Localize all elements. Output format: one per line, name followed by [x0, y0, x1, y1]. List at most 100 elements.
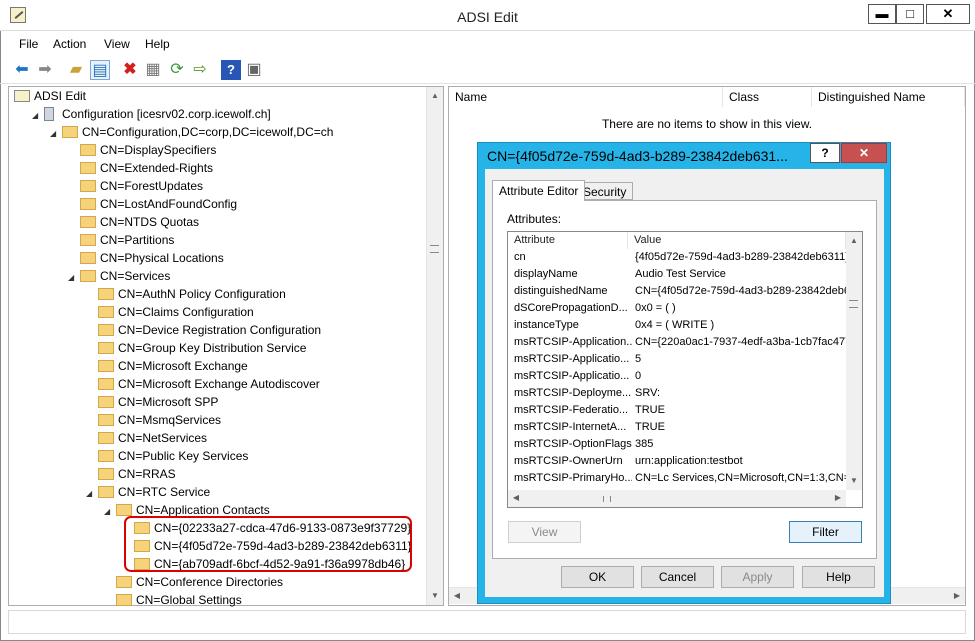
- attribute-name: dSCorePropagationD...: [514, 302, 628, 314]
- server-icon: [44, 106, 54, 121]
- menu-help[interactable]: Help: [145, 37, 170, 51]
- attribute-row[interactable]: msRTCSIP-Application... CN={220a0ac1-7937…: [508, 334, 846, 351]
- dialog-title: CN={4f05d72e-759d-4ad3-b289-23842deb631.…: [487, 148, 788, 164]
- scroll-left-icon[interactable]: ◀: [449, 588, 465, 604]
- attribute-row[interactable]: msRTCSIP-Federatio... TRUE: [508, 402, 846, 419]
- column-name[interactable]: Name: [449, 87, 723, 107]
- forward-arrow-icon[interactable]: ➡: [35, 60, 55, 80]
- tree-item-label: CN=Extended-Rights: [100, 161, 214, 175]
- tree-item[interactable]: ◢ Configuration [icesrv02.corp.icewolf.ch…: [32, 105, 271, 123]
- menu-action[interactable]: Action: [53, 37, 86, 51]
- folder-icon: [98, 395, 114, 408]
- tree-item[interactable]: CN=Extended-Rights: [68, 159, 213, 177]
- dialog-close-button[interactable]: ✕: [841, 143, 887, 163]
- scroll-right-icon[interactable]: ▶: [830, 490, 846, 506]
- expand-arrow-icon[interactable]: ◢: [50, 125, 62, 143]
- tree-item[interactable]: CN=Microsoft SPP: [86, 393, 218, 411]
- attribute-row[interactable]: msRTCSIP-Applicatio... 5: [508, 351, 846, 368]
- attributes-horizontal-scrollbar[interactable]: ◀ ▶: [508, 490, 846, 507]
- tree-item[interactable]: CN=MsmqServices: [86, 411, 221, 429]
- folder-icon: [80, 251, 96, 264]
- up-folder-icon[interactable]: ▰: [66, 60, 86, 80]
- minimize-button[interactable]: ▬: [868, 4, 896, 24]
- tree-item[interactable]: CN=Physical Locations: [68, 249, 224, 267]
- tree-item[interactable]: CN=AuthN Policy Configuration: [86, 285, 286, 303]
- back-arrow-icon[interactable]: ⬅: [12, 60, 32, 80]
- tree-item[interactable]: CN=NTDS Quotas: [68, 213, 199, 231]
- expand-arrow-icon[interactable]: ◢: [104, 503, 116, 521]
- scroll-right-icon[interactable]: ▶: [949, 588, 965, 604]
- tree-item[interactable]: CN=Microsoft Exchange: [86, 357, 248, 375]
- column-attribute[interactable]: Attribute: [508, 232, 628, 249]
- attribute-row[interactable]: msRTCSIP-PrimaryHo... CN=Lc Services,CN=M…: [508, 470, 846, 487]
- tree-item[interactable]: CN=Claims Configuration: [86, 303, 254, 321]
- scroll-grip-icon[interactable]: [430, 245, 439, 253]
- attribute-row[interactable]: msRTCSIP-Deployme... SRV:: [508, 385, 846, 402]
- scroll-grip-icon[interactable]: [849, 300, 858, 308]
- tree-item-label: CN=Microsoft Exchange Autodiscover: [118, 377, 320, 391]
- scroll-down-icon[interactable]: ▼: [846, 473, 862, 489]
- column-class[interactable]: Class: [723, 87, 812, 107]
- tree-item[interactable]: ◢ CN=Services: [68, 267, 170, 285]
- attribute-row[interactable]: displayName Audio Test Service: [508, 266, 846, 283]
- cancel-button[interactable]: Cancel: [641, 566, 714, 588]
- export-icon[interactable]: ⇨: [190, 60, 210, 80]
- close-button[interactable]: ✕: [926, 4, 970, 24]
- scroll-up-icon[interactable]: ▲: [846, 233, 862, 249]
- tree-item[interactable]: CN=NetServices: [86, 429, 207, 447]
- attribute-row[interactable]: msRTCSIP-Applicatio... 0: [508, 368, 846, 385]
- attribute-row[interactable]: msRTCSIP-OptionFlags 385: [508, 436, 846, 453]
- tree-item[interactable]: CN=Microsoft Exchange Autodiscover: [86, 375, 320, 393]
- column-distinguished-name[interactable]: Distinguished Name: [812, 87, 965, 107]
- console-icon[interactable]: ▣: [244, 60, 264, 80]
- expand-arrow-icon[interactable]: ◢: [68, 269, 80, 287]
- tree-item[interactable]: CN=Global Settings: [104, 591, 242, 609]
- tree-item[interactable]: CN=Device Registration Configuration: [86, 321, 321, 339]
- expand-arrow-icon[interactable]: ◢: [32, 107, 44, 125]
- tree-item[interactable]: CN=ForestUpdates: [68, 177, 203, 195]
- dialog-help-button[interactable]: ?: [810, 143, 840, 163]
- scroll-grip-icon[interactable]: [603, 496, 611, 502]
- attributes-vertical-scrollbar[interactable]: ▲ ▼: [846, 232, 862, 490]
- help-icon[interactable]: ?: [221, 60, 241, 80]
- expand-arrow-icon[interactable]: ◢: [86, 485, 98, 503]
- attribute-row[interactable]: msRTCSIP-InternetA... TRUE: [508, 419, 846, 436]
- tree-vertical-scrollbar[interactable]: ▲ ▼: [426, 87, 443, 605]
- column-value[interactable]: Value: [628, 232, 846, 249]
- tree-root[interactable]: ADSI Edit: [14, 87, 86, 105]
- tree-item[interactable]: ◢ CN=RTC Service: [86, 483, 210, 501]
- tab-attribute-editor[interactable]: Attribute Editor: [492, 180, 586, 201]
- apply-button[interactable]: Apply: [721, 566, 794, 588]
- tree-item[interactable]: CN=RRAS: [86, 465, 176, 483]
- filter-button[interactable]: Filter: [789, 521, 862, 543]
- scroll-down-icon[interactable]: ▼: [427, 588, 443, 604]
- tree-item[interactable]: CN=Public Key Services: [86, 447, 248, 465]
- delete-icon[interactable]: ✖: [120, 60, 140, 80]
- attribute-row[interactable]: distinguishedName CN={4f05d72e-759d-4ad3-…: [508, 283, 846, 300]
- attribute-row[interactable]: cn {4f05d72e-759d-4ad3-b289-23842deb6311}: [508, 249, 846, 266]
- ok-button[interactable]: OK: [561, 566, 634, 588]
- show-tree-icon[interactable]: ▤: [90, 60, 110, 80]
- view-button[interactable]: View: [508, 521, 581, 543]
- tree-item[interactable]: CN=Conference Directories: [104, 573, 283, 591]
- scroll-up-icon[interactable]: ▲: [427, 88, 443, 104]
- help-button[interactable]: Help: [802, 566, 875, 588]
- tree-item[interactable]: CN=LostAndFoundConfig: [68, 195, 237, 213]
- tree-item-label: Configuration [icesrv02.corp.icewolf.ch]: [62, 107, 271, 121]
- tree-item[interactable]: CN=DisplaySpecifiers: [68, 141, 216, 159]
- attribute-name: msRTCSIP-Application...: [514, 336, 632, 348]
- attribute-name: msRTCSIP-PrimaryHo...: [514, 472, 632, 484]
- attribute-value: 385: [635, 438, 654, 450]
- tree-item[interactable]: CN=Group Key Distribution Service: [86, 339, 306, 357]
- properties-icon[interactable]: ▦: [143, 60, 163, 80]
- tree-item[interactable]: ◢ CN=Configuration,DC=corp,DC=icewolf,DC=…: [50, 123, 333, 141]
- refresh-icon[interactable]: ⟳: [167, 60, 187, 80]
- maximize-button[interactable]: □: [896, 4, 924, 24]
- scroll-left-icon[interactable]: ◀: [508, 490, 524, 506]
- menu-file[interactable]: File: [19, 37, 38, 51]
- tree-item[interactable]: CN=Partitions: [68, 231, 174, 249]
- attribute-row[interactable]: instanceType 0x4 = ( WRITE ): [508, 317, 846, 334]
- menu-view[interactable]: View: [104, 37, 130, 51]
- attribute-row[interactable]: msRTCSIP-OwnerUrn urn:application:testbot: [508, 453, 846, 470]
- attribute-row[interactable]: dSCorePropagationD... 0x0 = ( ): [508, 300, 846, 317]
